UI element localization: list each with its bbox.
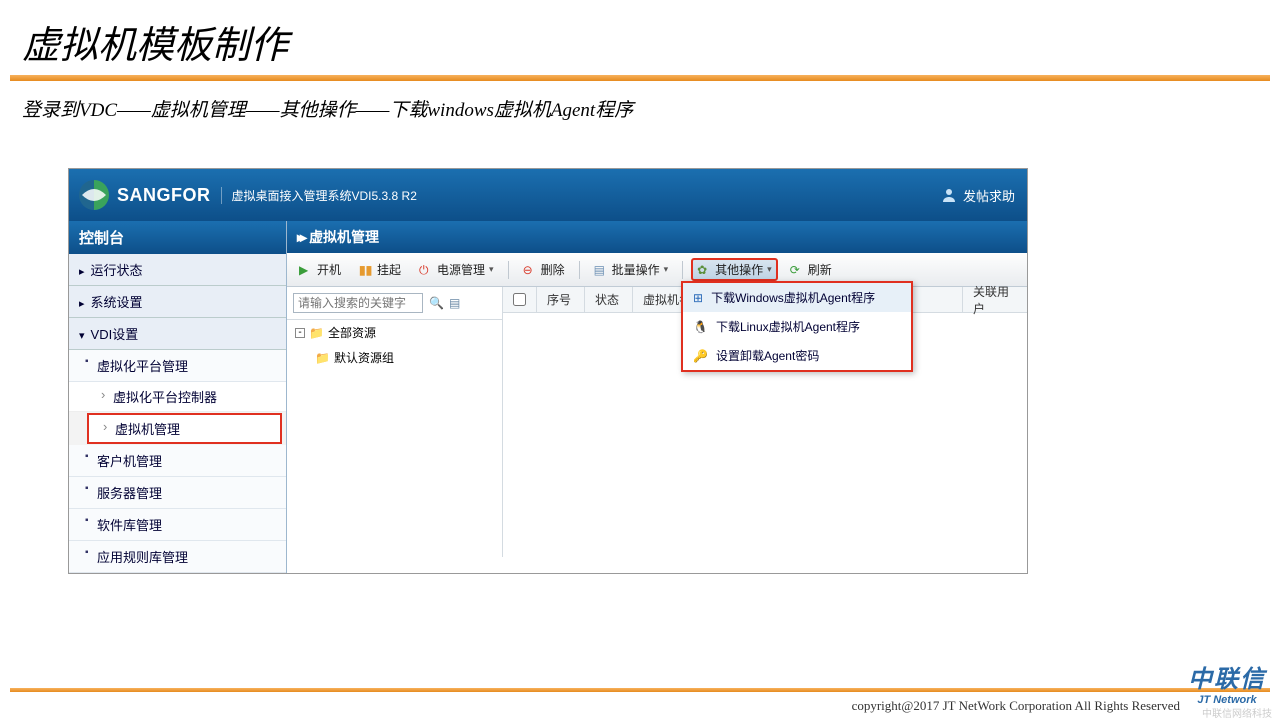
gear-icon: ✿ [697,263,711,277]
sidebar-item-platform[interactable]: 虚拟化平台管理 [69,350,286,382]
chevron-down-icon: ▾ [767,264,772,275]
sidebar-item-client[interactable]: 客户机管理 [69,445,286,477]
folder-icon: 📁 [315,351,330,365]
poweron-label: 开机 [317,261,341,278]
resource-tree: 🔍 ▤ - 📁 全部资源 📁 默认资源组 [287,287,503,557]
separator [682,261,683,279]
powermgmt-label: 电源管理 [437,261,485,278]
batch-label: 批量操作 [612,261,660,278]
brand-logo-icon [79,180,109,210]
tree-group-label: 默认资源组 [334,349,394,366]
help-link[interactable]: 发帖求助 [941,186,1015,205]
poweron-button[interactable]: ▶ 开机 [293,259,347,280]
app-window: SANGFOR 虚拟桌面接入管理系统VDI5.3.8 R2 发帖求助 控制台 运… [68,168,1028,574]
watermark: 中联信网络科技 [1202,705,1272,720]
system-name: 虚拟桌面接入管理系统VDI5.3.8 R2 [221,187,417,204]
grid-col-status[interactable]: 状态 [585,287,633,312]
panel-title: 虚拟机管理 [287,221,1027,253]
other-ops-dropdown: ⊞ 下载Windows虚拟机Agent程序 🐧 下载Linux虚拟机Agent程… [681,281,913,372]
tree-group[interactable]: 📁 默认资源组 [287,345,502,370]
sidebar-title: 控制台 [69,221,286,254]
chevron-down-icon: ▾ [489,264,494,275]
suspend-button[interactable]: ▮▮ 挂起 [353,259,407,280]
app-header: SANGFOR 虚拟桌面接入管理系统VDI5.3.8 R2 发帖求助 [69,169,1027,221]
dd-win-label: 下载Windows虚拟机Agent程序 [711,289,875,306]
corp-cn: 中联信 [1188,659,1266,694]
tree-toggle-icon[interactable]: ▤ [449,296,463,310]
app-body: 控制台 运行状态 系统设置 VDI设置 虚拟化平台管理 虚拟化平台控制器 虚拟机… [69,221,1027,573]
help-label: 发帖求助 [963,186,1015,205]
copyright-text: copyright@2017 JT NetWork Corporation Al… [852,698,1180,714]
grid-col-relateduser[interactable]: 关联用户 [963,287,1027,312]
dd-pwd-label: 设置卸载Agent密码 [716,347,819,364]
search-icon[interactable]: 🔍 [429,296,443,310]
sidebar-sub-vm[interactable]: 虚拟机管理 [87,413,282,444]
toolbar: ▶ 开机 ▮▮ 挂起 ⏻ 电源管理 ▾ ⊖ 删除 [287,253,1027,287]
separator [579,261,580,279]
refresh-icon: ⟳ [790,263,804,277]
dd-download-windows-agent[interactable]: ⊞ 下载Windows虚拟机Agent程序 [683,283,911,312]
play-icon: ▶ [299,263,313,277]
delete-label: 删除 [541,261,565,278]
sidebar-section-system[interactable]: 系统设置 [69,286,286,318]
other-ops-label: 其他操作 [715,261,763,278]
search-row: 🔍 ▤ [287,287,502,320]
batch-button[interactable]: ▤ 批量操作 ▾ [588,259,675,280]
grid-col-seq[interactable]: 序号 [537,287,585,312]
sidebar-sub-controller[interactable]: 虚拟化平台控制器 [69,382,286,412]
sidebar-item-rules[interactable]: 应用规则库管理 [69,541,286,573]
pause-icon: ▮▮ [359,263,373,277]
dd-linux-label: 下载Linux虚拟机Agent程序 [716,318,860,335]
select-all-checkbox[interactable] [513,293,526,306]
refresh-label: 刷新 [808,261,832,278]
dd-set-agent-password[interactable]: 🔑 设置卸载Agent密码 [683,341,911,370]
grid-checkbox-header[interactable] [503,287,537,312]
chevron-down-icon: ▾ [664,264,669,275]
corp-logo: 中联信 JT Network [1188,659,1266,706]
separator [508,261,509,279]
powermgmt-button[interactable]: ⏻ 电源管理 ▾ [413,259,500,280]
sidebar: 控制台 运行状态 系统设置 VDI设置 虚拟化平台管理 虚拟化平台控制器 虚拟机… [69,221,287,573]
other-ops-button[interactable]: ✿ 其他操作 ▾ [691,258,778,281]
suspend-label: 挂起 [377,261,401,278]
power-icon: ⏻ [419,263,433,277]
key-icon: 🔑 [693,349,708,363]
dd-download-linux-agent[interactable]: 🐧 下载Linux虚拟机Agent程序 [683,312,911,341]
delete-button[interactable]: ⊖ 删除 [517,259,571,280]
sidebar-item-softlib[interactable]: 软件库管理 [69,509,286,541]
person-icon [941,187,957,203]
linux-icon: 🐧 [693,320,708,334]
minus-icon: ⊖ [523,263,537,277]
windows-icon: ⊞ [693,291,703,305]
minus-box-icon: - [295,328,305,338]
folder-icon: 📁 [309,326,324,340]
sidebar-item-server[interactable]: 服务器管理 [69,477,286,509]
slide-title: 虚拟机模板制作 [0,0,1280,75]
search-input[interactable] [293,293,423,313]
list-icon: ▤ [594,263,608,277]
tree-root-label: 全部资源 [328,324,376,341]
sidebar-section-running[interactable]: 运行状态 [69,254,286,286]
slide-subtitle: 登录到VDC——虚拟机管理——其他操作——下载windows虚拟机Agent程序 [0,81,1280,122]
main-panel: 虚拟机管理 ▶ 开机 ▮▮ 挂起 ⏻ 电源管理 ▾ ⊖ 删除 [287,221,1027,573]
sidebar-section-vdi[interactable]: VDI设置 [69,318,286,350]
refresh-button[interactable]: ⟳ 刷新 [784,259,838,280]
brand-text: SANGFOR [117,185,211,206]
tree-root[interactable]: - 📁 全部资源 [287,320,502,345]
